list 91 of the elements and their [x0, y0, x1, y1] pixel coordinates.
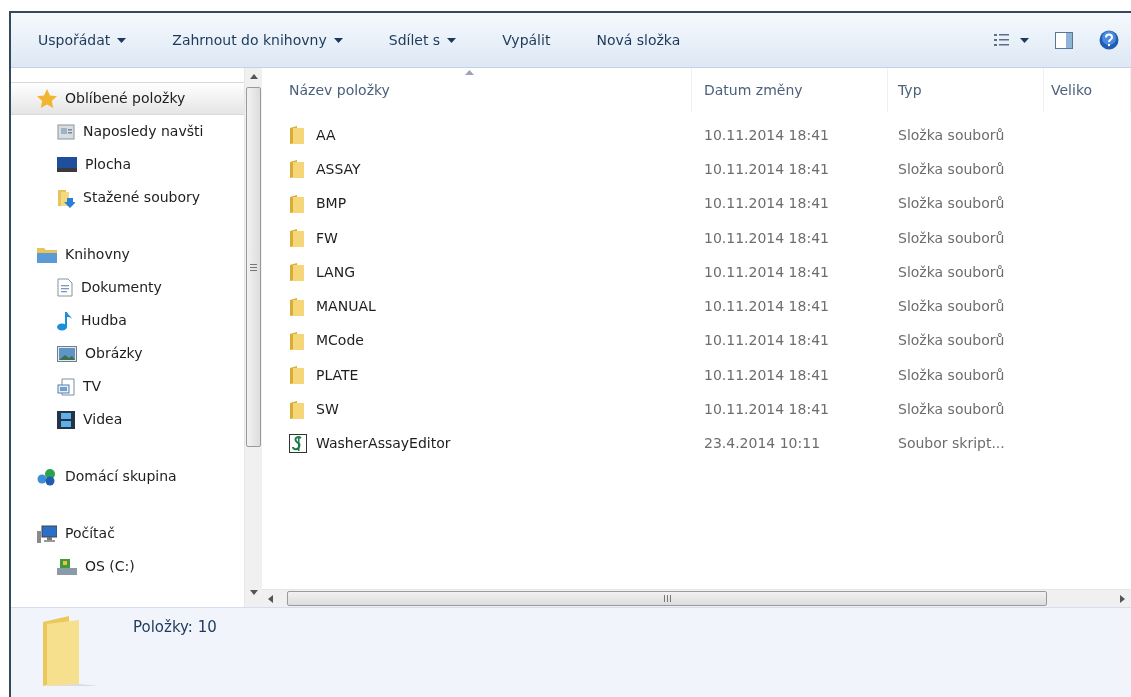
script-file-icon — [289, 434, 307, 454]
navigation-item[interactable]: Obrázky — [11, 337, 244, 370]
date-cell-text: 10.11.2014 18:41 — [703, 331, 830, 351]
date-cell-text: 10.11.2014 18:41 — [703, 297, 830, 317]
scroll-left-icon[interactable] — [268, 594, 273, 603]
folder-icon — [289, 160, 307, 179]
computer-icon — [37, 524, 57, 543]
file-name[interactable]: LANG — [316, 261, 356, 283]
navigation-item[interactable]: Videa — [11, 403, 244, 436]
type-cell-text: Složka souborů — [897, 159, 1006, 179]
navigation-item[interactable]: Stažené soubory — [11, 181, 244, 214]
file-name[interactable]: ASSAY — [316, 158, 361, 180]
document-icon — [57, 278, 73, 297]
scroll-thumb[interactable] — [246, 87, 261, 447]
navigation-item[interactable]: OS (C:) — [11, 550, 244, 583]
file-name[interactable]: PLATE — [316, 364, 359, 386]
star-icon — [37, 89, 57, 108]
folder-icon — [289, 126, 307, 145]
type-cell-text: Složka souborů — [897, 365, 1006, 385]
folder-icon — [289, 194, 307, 213]
toolbar-button[interactable]: Nová složka — [585, 25, 692, 55]
file-name[interactable]: MCode — [316, 330, 364, 352]
help-icon[interactable] — [1099, 30, 1119, 50]
date-cell-text: 10.11.2014 18:41 — [703, 262, 830, 282]
film-icon — [57, 410, 75, 429]
scroll-up-icon[interactable] — [249, 74, 258, 79]
grip-icon — [250, 263, 257, 271]
type-cell-text: Složka souborů — [897, 297, 1006, 317]
folder-icon — [289, 263, 307, 282]
picture-icon — [57, 345, 77, 362]
date-cell-text: 10.11.2014 18:41 — [703, 228, 830, 248]
date-cell-text: 10.11.2014 18:41 — [703, 125, 830, 145]
file-name[interactable]: WasherAssayEditor — [316, 433, 451, 455]
scrollbar[interactable] — [244, 68, 262, 607]
type-cell-text: Složka souborů — [897, 262, 1006, 282]
toolbar-button[interactable]: Vypálit — [491, 25, 562, 55]
date-cell-text: 10.11.2014 18:41 — [703, 194, 830, 214]
toolbar-button[interactable]: Zahrnout do knihovny — [161, 25, 354, 55]
type-cell-text: Složka souborů — [897, 400, 1006, 419]
drive-icon — [57, 558, 77, 575]
navigation-item[interactable]: Hudba — [11, 304, 244, 337]
navigation-item[interactable]: Naposledy navšti — [11, 115, 244, 148]
toolbar-button[interactable]: Uspořádat — [27, 25, 138, 55]
library-icon — [37, 246, 57, 263]
folder-icon — [289, 400, 307, 419]
navigation-item[interactable]: Knihovny — [11, 238, 244, 271]
column-header[interactable]: Veliko — [1044, 68, 1131, 112]
network-icon — [37, 467, 57, 486]
folder-icon — [289, 331, 307, 350]
file-name[interactable]: FW — [316, 227, 338, 249]
folder-icon — [289, 229, 307, 248]
date-cell-text: 10.11.2014 18:41 — [703, 159, 830, 179]
date-cell-text: 10.11.2014 18:41 — [703, 400, 830, 419]
navigation-item[interactable]: TV — [11, 370, 244, 403]
date-cell-text: 23.4.2014 10:11 — [703, 434, 822, 454]
caret-icon[interactable] — [1020, 37, 1029, 43]
folder-icon — [289, 366, 307, 385]
sort-arrow-icon — [465, 70, 474, 75]
file-name[interactable]: AA — [316, 124, 336, 146]
file-name[interactable]: MANUAL — [316, 296, 376, 318]
type-cell-text: Složka souborů — [897, 125, 1006, 145]
navigation-item[interactable]: Počítač — [11, 517, 244, 550]
navigation-item[interactable]: Domácí skupina — [11, 460, 244, 493]
navigation-item[interactable]: Oblíbené položky — [11, 82, 244, 115]
file-name[interactable]: SW — [316, 399, 339, 420]
scrollbar[interactable] — [262, 589, 1131, 607]
date-cell-text: 10.11.2014 18:41 — [703, 365, 830, 385]
music-note-icon — [57, 310, 73, 331]
item-count: Položky: 10 — [133, 617, 217, 638]
column-header[interactable]: Typ — [888, 68, 1044, 112]
grip-icon — [663, 595, 671, 602]
type-cell-text: Složka souborů — [897, 194, 1006, 214]
scroll-down-icon[interactable] — [249, 590, 258, 595]
scroll-thumb[interactable] — [287, 591, 1047, 606]
recent-places-icon — [57, 122, 75, 141]
type-cell-text: Složka souborů — [897, 331, 1006, 351]
desktop-icon — [57, 157, 77, 172]
tv-icon — [57, 377, 75, 396]
preview-pane-icon[interactable] — [1055, 31, 1073, 49]
file-name[interactable]: BMP — [316, 193, 347, 215]
folder-icon — [289, 297, 307, 316]
download-folder-icon — [57, 187, 75, 208]
column-header[interactable]: Datum změny — [692, 68, 888, 112]
type-cell-text: Soubor skript... — [897, 434, 1006, 454]
view-options-icon[interactable] — [994, 33, 1010, 47]
type-cell-text: Složka souborů — [897, 228, 1006, 248]
column-header[interactable]: Název položky — [262, 68, 692, 112]
toolbar-button[interactable]: Sdílet s — [377, 25, 468, 55]
navigation-item[interactable]: Dokumenty — [11, 271, 244, 304]
navigation-item[interactable]: Plocha — [11, 148, 244, 181]
scroll-right-icon[interactable] — [1120, 594, 1125, 603]
